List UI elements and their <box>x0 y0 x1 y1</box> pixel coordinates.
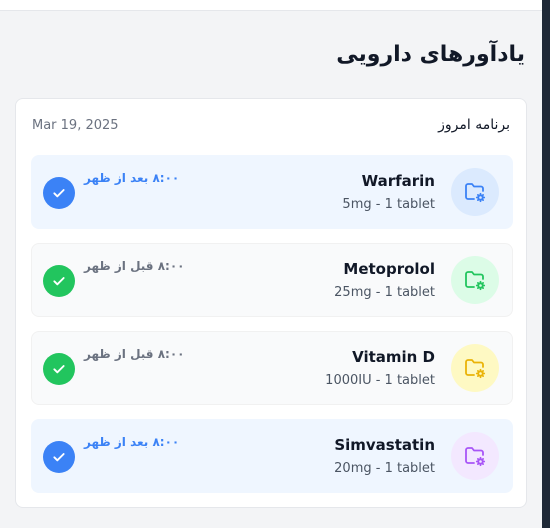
medication-time: ۸:۰۰ بعد از ظهر <box>84 171 180 185</box>
top-bar <box>0 0 542 11</box>
right-edge-panel <box>542 0 550 528</box>
medication-dose: 1000IU - 1 tablet <box>325 373 435 388</box>
checkmark-icon <box>51 449 67 465</box>
medication-dose: 5mg - 1 tablet <box>342 197 435 212</box>
checkmark-icon <box>51 361 67 377</box>
checkmark-icon <box>51 185 67 201</box>
taken-check-button[interactable] <box>43 353 75 385</box>
medication-row[interactable]: Vitamin D 1000IU - 1 tablet ۸:۰۰ قبل از ظه… <box>31 331 513 405</box>
medication-name: Warfarin <box>361 172 435 190</box>
folder-settings-icon <box>451 432 499 480</box>
medication-dose: 20mg - 1 tablet <box>334 461 435 476</box>
taken-check-button[interactable] <box>43 265 75 297</box>
checkmark-icon <box>51 273 67 289</box>
medication-dose: 25mg - 1 tablet <box>334 285 435 300</box>
folder-settings-icon <box>451 256 499 304</box>
schedule-date: Mar 19, 2025 <box>32 118 119 133</box>
medication-row[interactable]: Simvastatin 20mg - 1 tablet ۸:۰۰ بعد از ظه… <box>31 419 513 493</box>
medication-name: Vitamin D <box>352 348 435 366</box>
medication-name: Simvastatin <box>334 436 435 454</box>
today-schedule-card: برنامه امروز Mar 19, 2025 Warfarin 5mg - … <box>15 98 527 508</box>
medication-time: ۸:۰۰ قبل از ظهر <box>84 259 185 273</box>
taken-check-button[interactable] <box>43 177 75 209</box>
medication-name: Metoprolol <box>343 260 435 278</box>
schedule-heading: برنامه امروز <box>438 117 510 133</box>
medication-time: ۸:۰۰ قبل از ظهر <box>84 347 185 361</box>
folder-settings-icon <box>451 344 499 392</box>
medication-row[interactable]: Warfarin 5mg - 1 tablet ۸:۰۰ بعد از ظهر <box>31 155 513 229</box>
page-title: یادآورهای دارویی <box>336 42 525 67</box>
medication-row[interactable]: Metoprolol 25mg - 1 tablet ۸:۰۰ قبل از ظهر <box>31 243 513 317</box>
medication-time: ۸:۰۰ بعد از ظهر <box>84 435 180 449</box>
taken-check-button[interactable] <box>43 441 75 473</box>
folder-settings-icon <box>451 168 499 216</box>
